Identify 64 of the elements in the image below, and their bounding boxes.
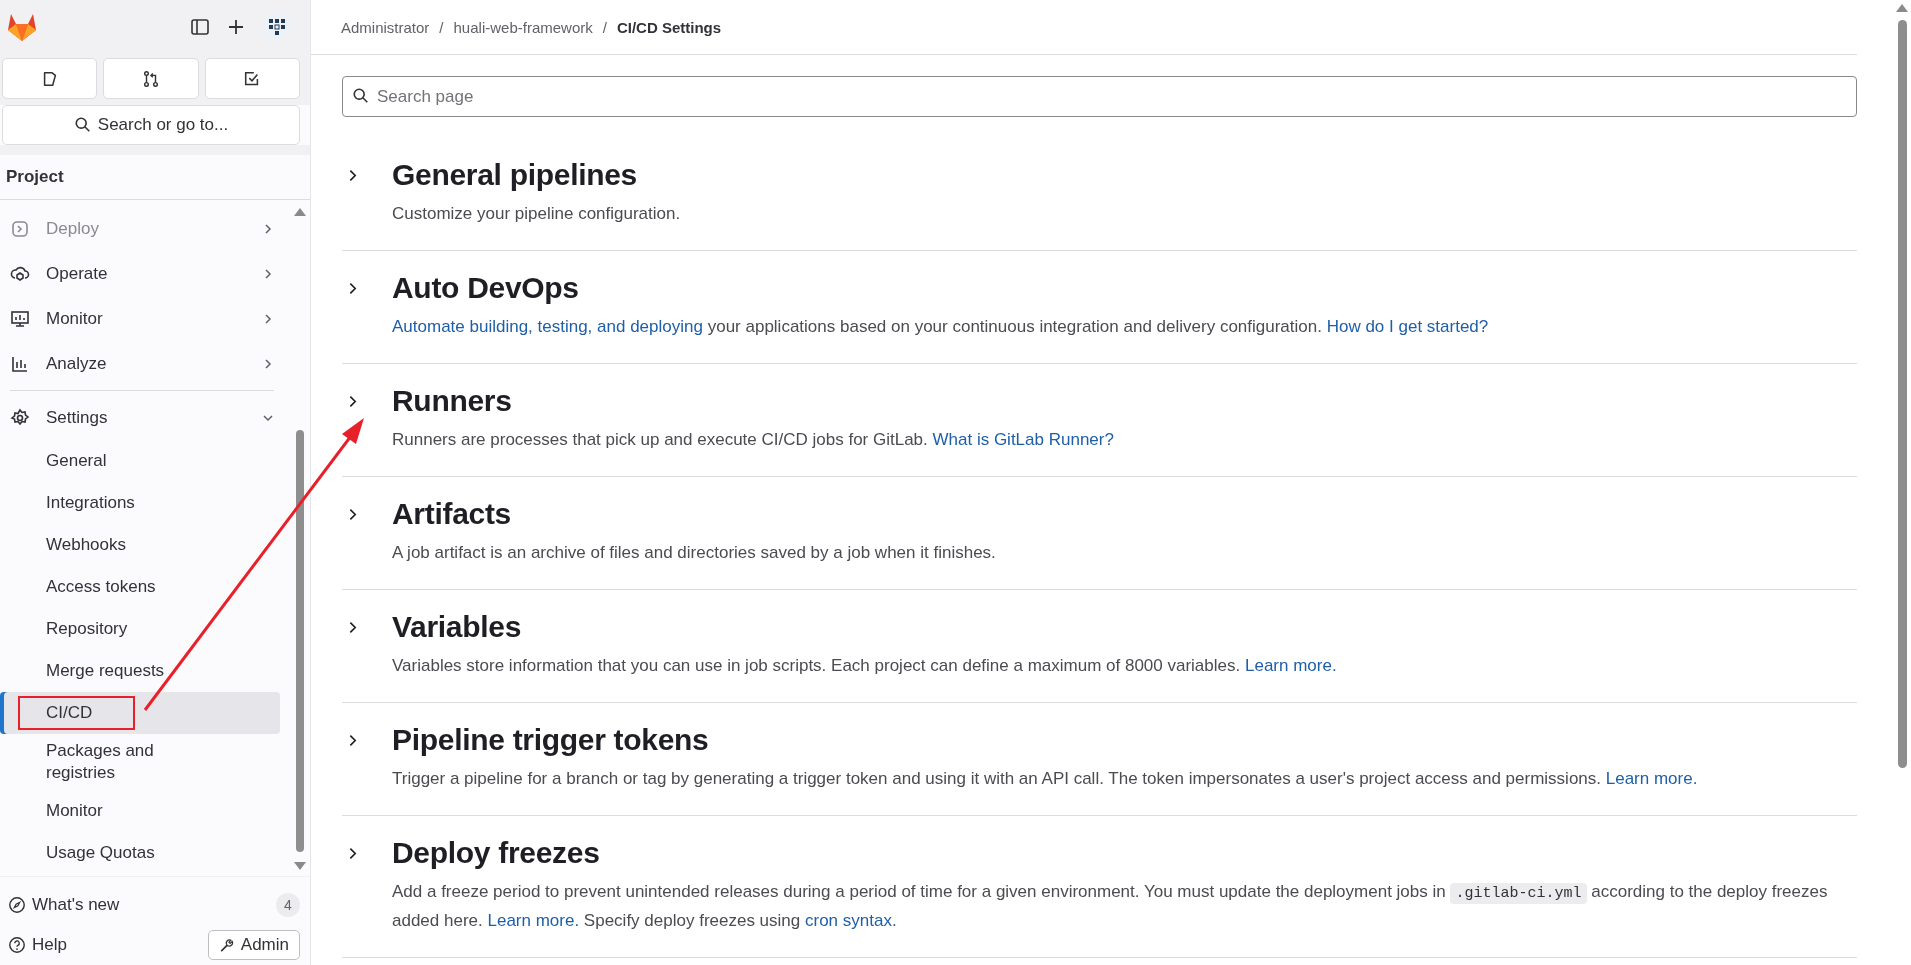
search-icon xyxy=(73,116,92,134)
nav-item[interactable]: Analyze xyxy=(0,341,294,386)
plus-icon[interactable] xyxy=(226,17,246,37)
search-button[interactable]: Search or go to... xyxy=(2,105,300,145)
link[interactable]: What is GitLab Runner? xyxy=(932,430,1114,449)
link[interactable]: Learn more. xyxy=(1605,769,1698,788)
breadcrumb-link[interactable]: huali-web-framework xyxy=(453,18,593,36)
count-badge: 4 xyxy=(276,893,300,917)
breadcrumb-link[interactable]: Administrator xyxy=(341,18,430,36)
monitor-icon xyxy=(10,308,30,329)
breadcrumb-separator: / xyxy=(439,18,444,36)
merge-requests-button[interactable] xyxy=(103,58,199,99)
section-title[interactable]: Auto DevOps xyxy=(392,271,579,305)
link[interactable]: Learn more. xyxy=(1244,656,1337,675)
section-description: A job artifact is an archive of files and directories saved by a job when it finishes. xyxy=(392,542,997,564)
nav-subitem[interactable]: General xyxy=(0,440,280,482)
nav-subitem[interactable]: Merge requests xyxy=(0,650,280,692)
chevron-right-icon xyxy=(262,312,274,325)
section-description: Runners are processes that pick up and execute CI/CD jobs for GitLab. What is GitLab Runner? xyxy=(392,429,1115,451)
nav-subitem[interactable]: CI/CD xyxy=(0,692,280,734)
nav-subitem[interactable]: Access tokens xyxy=(0,566,280,608)
section-title[interactable]: Deploy freezes xyxy=(392,836,600,870)
search-icon xyxy=(352,87,370,105)
section-description: Variables store information that you can use in job scripts. Each project can define a maximum of 8000 variables. Learn more. xyxy=(392,655,1338,677)
section-description: Customize your pipeline configuration. xyxy=(392,203,682,225)
breadcrumb-link[interactable]: CI/CD Settings xyxy=(616,18,722,36)
link[interactable]: How do I get started? xyxy=(1326,317,1489,336)
code-snippet: .gitlab-ci.yml xyxy=(1450,883,1587,904)
link[interactable]: Automate building, testing, and deploying xyxy=(392,317,703,336)
chevron-right-icon xyxy=(262,357,274,370)
nav-subitem[interactable]: Webhooks xyxy=(0,524,280,566)
chevron-right-icon xyxy=(262,267,274,280)
section-description: Trigger a pipeline for a branch or tag by generating a trigger token and using it with an API call. The token impersonates a user's project access and permissions. Learn more. xyxy=(392,768,1699,790)
chevron-right-icon xyxy=(262,222,274,235)
nav-item[interactable]: Operate xyxy=(0,251,294,296)
help-icon xyxy=(8,936,26,954)
section-title[interactable]: Pipeline trigger tokens xyxy=(392,723,709,757)
breadcrumb-separator: / xyxy=(602,18,607,36)
link[interactable]: Learn more. xyxy=(487,911,580,930)
link[interactable]: cron syntax xyxy=(805,911,892,930)
section-title[interactable]: Variables xyxy=(392,610,522,644)
section-title[interactable]: Runners xyxy=(392,384,512,418)
section-title: Project xyxy=(0,155,310,200)
nav-subitem[interactable]: Integrations xyxy=(0,482,280,524)
search-field[interactable]: Search page xyxy=(342,76,1857,117)
section-title[interactable]: General pipelines xyxy=(392,158,637,192)
section-description: Automate building, testing, and deploying your applications based on your continuous integration and delivery configuration. How do I get started? xyxy=(392,316,1490,338)
nav-item[interactable]: Monitor xyxy=(0,296,294,341)
settings-icon xyxy=(10,407,30,428)
wrench-icon xyxy=(218,937,235,953)
sidebar-toggle-icon[interactable] xyxy=(190,17,210,37)
nav-item[interactable]: Settings xyxy=(0,395,294,440)
nav-subitem[interactable]: Repository xyxy=(0,608,280,650)
fox-logo-icon[interactable] xyxy=(6,12,38,42)
section-title[interactable]: Artifacts xyxy=(392,497,511,531)
nav-subitem[interactable]: Monitor xyxy=(0,790,280,833)
help-link[interactable]: Help xyxy=(8,935,67,955)
compass-icon xyxy=(8,896,26,914)
whats-new-link[interactable]: What's new xyxy=(8,895,120,915)
nav-subitem[interactable]: Packages and registries xyxy=(0,734,280,791)
merge-request-icon xyxy=(142,69,160,88)
nav-subitem[interactable]: Usage Quotas xyxy=(0,832,280,875)
admin-button[interactable]: Admin xyxy=(207,930,300,960)
section-description: Add a freeze period to prevent unintended releases during a period of time for a given environment. You must update the deployment jobs in .gitlab-ci.yml according to the deploy freezes added here. Learn more. Specify deploy freezes using cron syntax. xyxy=(392,881,1829,932)
